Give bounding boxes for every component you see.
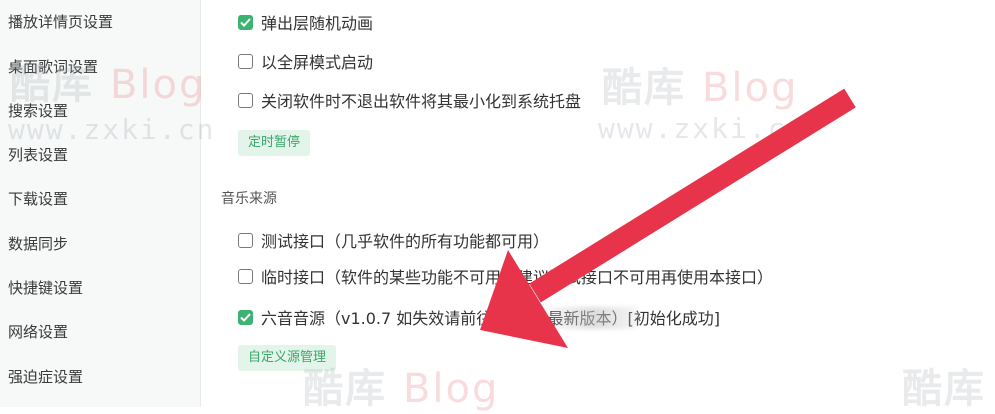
settings-main: 弹出层随机动画 以全屏模式启动 关闭软件时不退出软件将其最小化到系统托盘 定时暂… [201,0,995,407]
option-label: 六音音源（v1.0.7 如失效请前往 w 下载最新版本）[初始化成功] [261,309,721,328]
watermark-logo: 酷库 Blog [303,366,500,412]
checkbox-unchecked[interactable] [238,268,253,284]
option-random-popup-animation[interactable]: 弹出层随机动画 [238,11,373,33]
watermark-logo: 酷库 [902,366,986,412]
option-label: 弹出层随机动画 [261,14,374,33]
sidebar-item-data-sync[interactable]: 数据同步 [8,234,68,254]
watermark-logo: 酷库 Blog [10,62,207,108]
watermark-logo: 酷库 Blog [602,65,799,111]
timer-pause-button[interactable]: 定时暂停 [238,130,311,156]
option-temp-api[interactable]: 临时接口（软件的某些功能不可用，建议测试接口不可用再使用本接口） [238,265,773,287]
option-label: 关闭软件时不退出软件将其最小化到系统托盘 [261,92,582,111]
option-minimize-to-tray[interactable]: 关闭软件时不退出软件将其最小化到系统托盘 [238,89,581,111]
redacted-url-blur [548,307,640,329]
checkbox-unchecked[interactable] [238,232,253,248]
option-label: 临时接口（软件的某些功能不可用，建议测试接口不可用再使用本接口） [261,268,774,287]
watermark-url: www.zxki.cn [598,112,806,145]
check-icon [240,312,251,322]
watermark-url: www.zxki.cn [8,113,216,146]
checkbox-checked[interactable] [238,14,253,30]
sidebar-item-ocd[interactable]: 强迫症设置 [8,367,83,387]
checkbox-unchecked[interactable] [238,92,253,108]
sidebar-item-network[interactable]: 网络设置 [8,322,68,342]
sidebar-item-download[interactable]: 下载设置 [8,189,68,209]
option-label: 以全屏模式启动 [261,53,374,72]
sidebar-item-list[interactable]: 列表设置 [8,145,68,165]
sidebar-item-play-detail[interactable]: 播放详情页设置 [8,12,113,32]
section-title-music-source: 音乐来源 [221,191,277,207]
check-icon [240,17,251,27]
option-fullscreen-start[interactable]: 以全屏模式启动 [238,50,373,72]
option-label: 测试接口（几乎软件的所有功能都可用） [261,232,550,251]
checkbox-checked[interactable] [238,309,253,325]
checkbox-unchecked[interactable] [238,53,253,69]
sidebar-item-hotkeys[interactable]: 快捷键设置 [8,278,83,298]
option-liuyin-source[interactable]: 六音音源（v1.0.7 如失效请前往 w 下载最新版本）[初始化成功] [238,306,720,328]
option-test-api[interactable]: 测试接口（几乎软件的所有功能都可用） [238,229,549,251]
